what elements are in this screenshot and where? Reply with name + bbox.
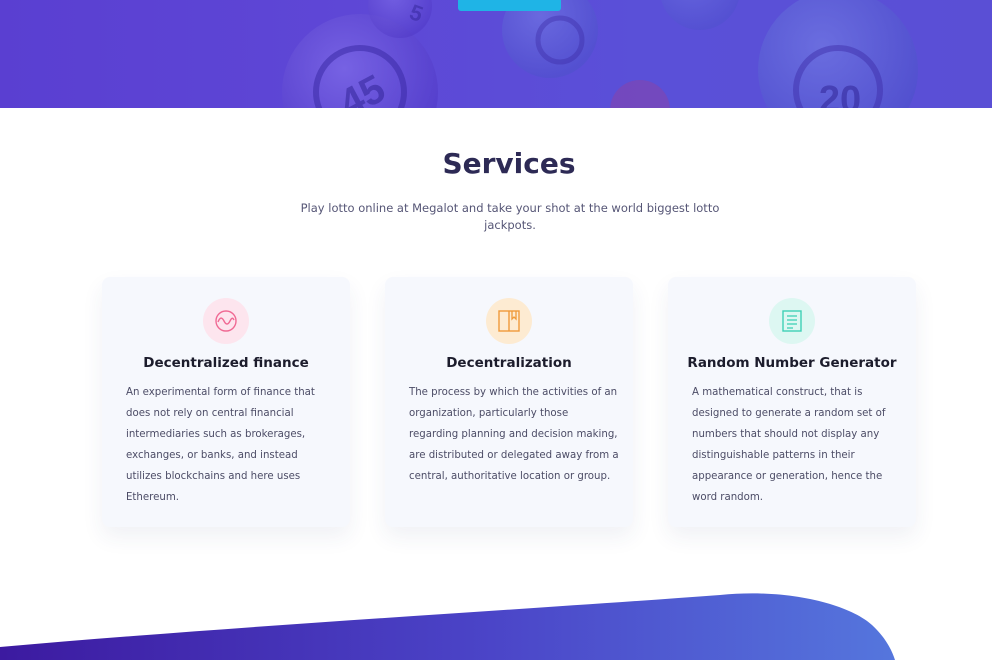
service-card-decentralization: Decentralization The process by which th… <box>385 277 633 527</box>
hero-cta-button[interactable] <box>458 0 561 11</box>
document-icon <box>769 298 815 344</box>
service-card-random-number-generator: Random Number Generator A mathematical c… <box>668 277 916 527</box>
card-title: Decentralized finance <box>143 355 309 371</box>
service-card-decentralized-finance: Decentralized finance An experimental fo… <box>102 277 350 527</box>
hero-banner: 45 5 20 <box>0 0 992 108</box>
book-icon <box>486 298 532 344</box>
card-title: Random Number Generator <box>687 355 897 371</box>
section-title: Services <box>442 147 576 180</box>
card-description: A mathematical construct, that is design… <box>692 387 886 503</box>
svg-text:20: 20 <box>819 79 861 108</box>
card-title: Decentralization <box>446 355 572 371</box>
section-subtitle: Play lotto online at Megalot and take yo… <box>300 201 720 232</box>
lotto-ball-middle <box>502 0 598 78</box>
footer-wave-decoration <box>0 593 895 660</box>
lotto-ball-20: 20 <box>758 0 918 108</box>
card-description: The process by which the activities of a… <box>409 387 619 482</box>
lotto-balls-background: 45 5 20 <box>282 0 918 108</box>
wave-chart-icon <box>203 298 249 344</box>
card-description: An experimental form of finance that doe… <box>126 387 315 503</box>
